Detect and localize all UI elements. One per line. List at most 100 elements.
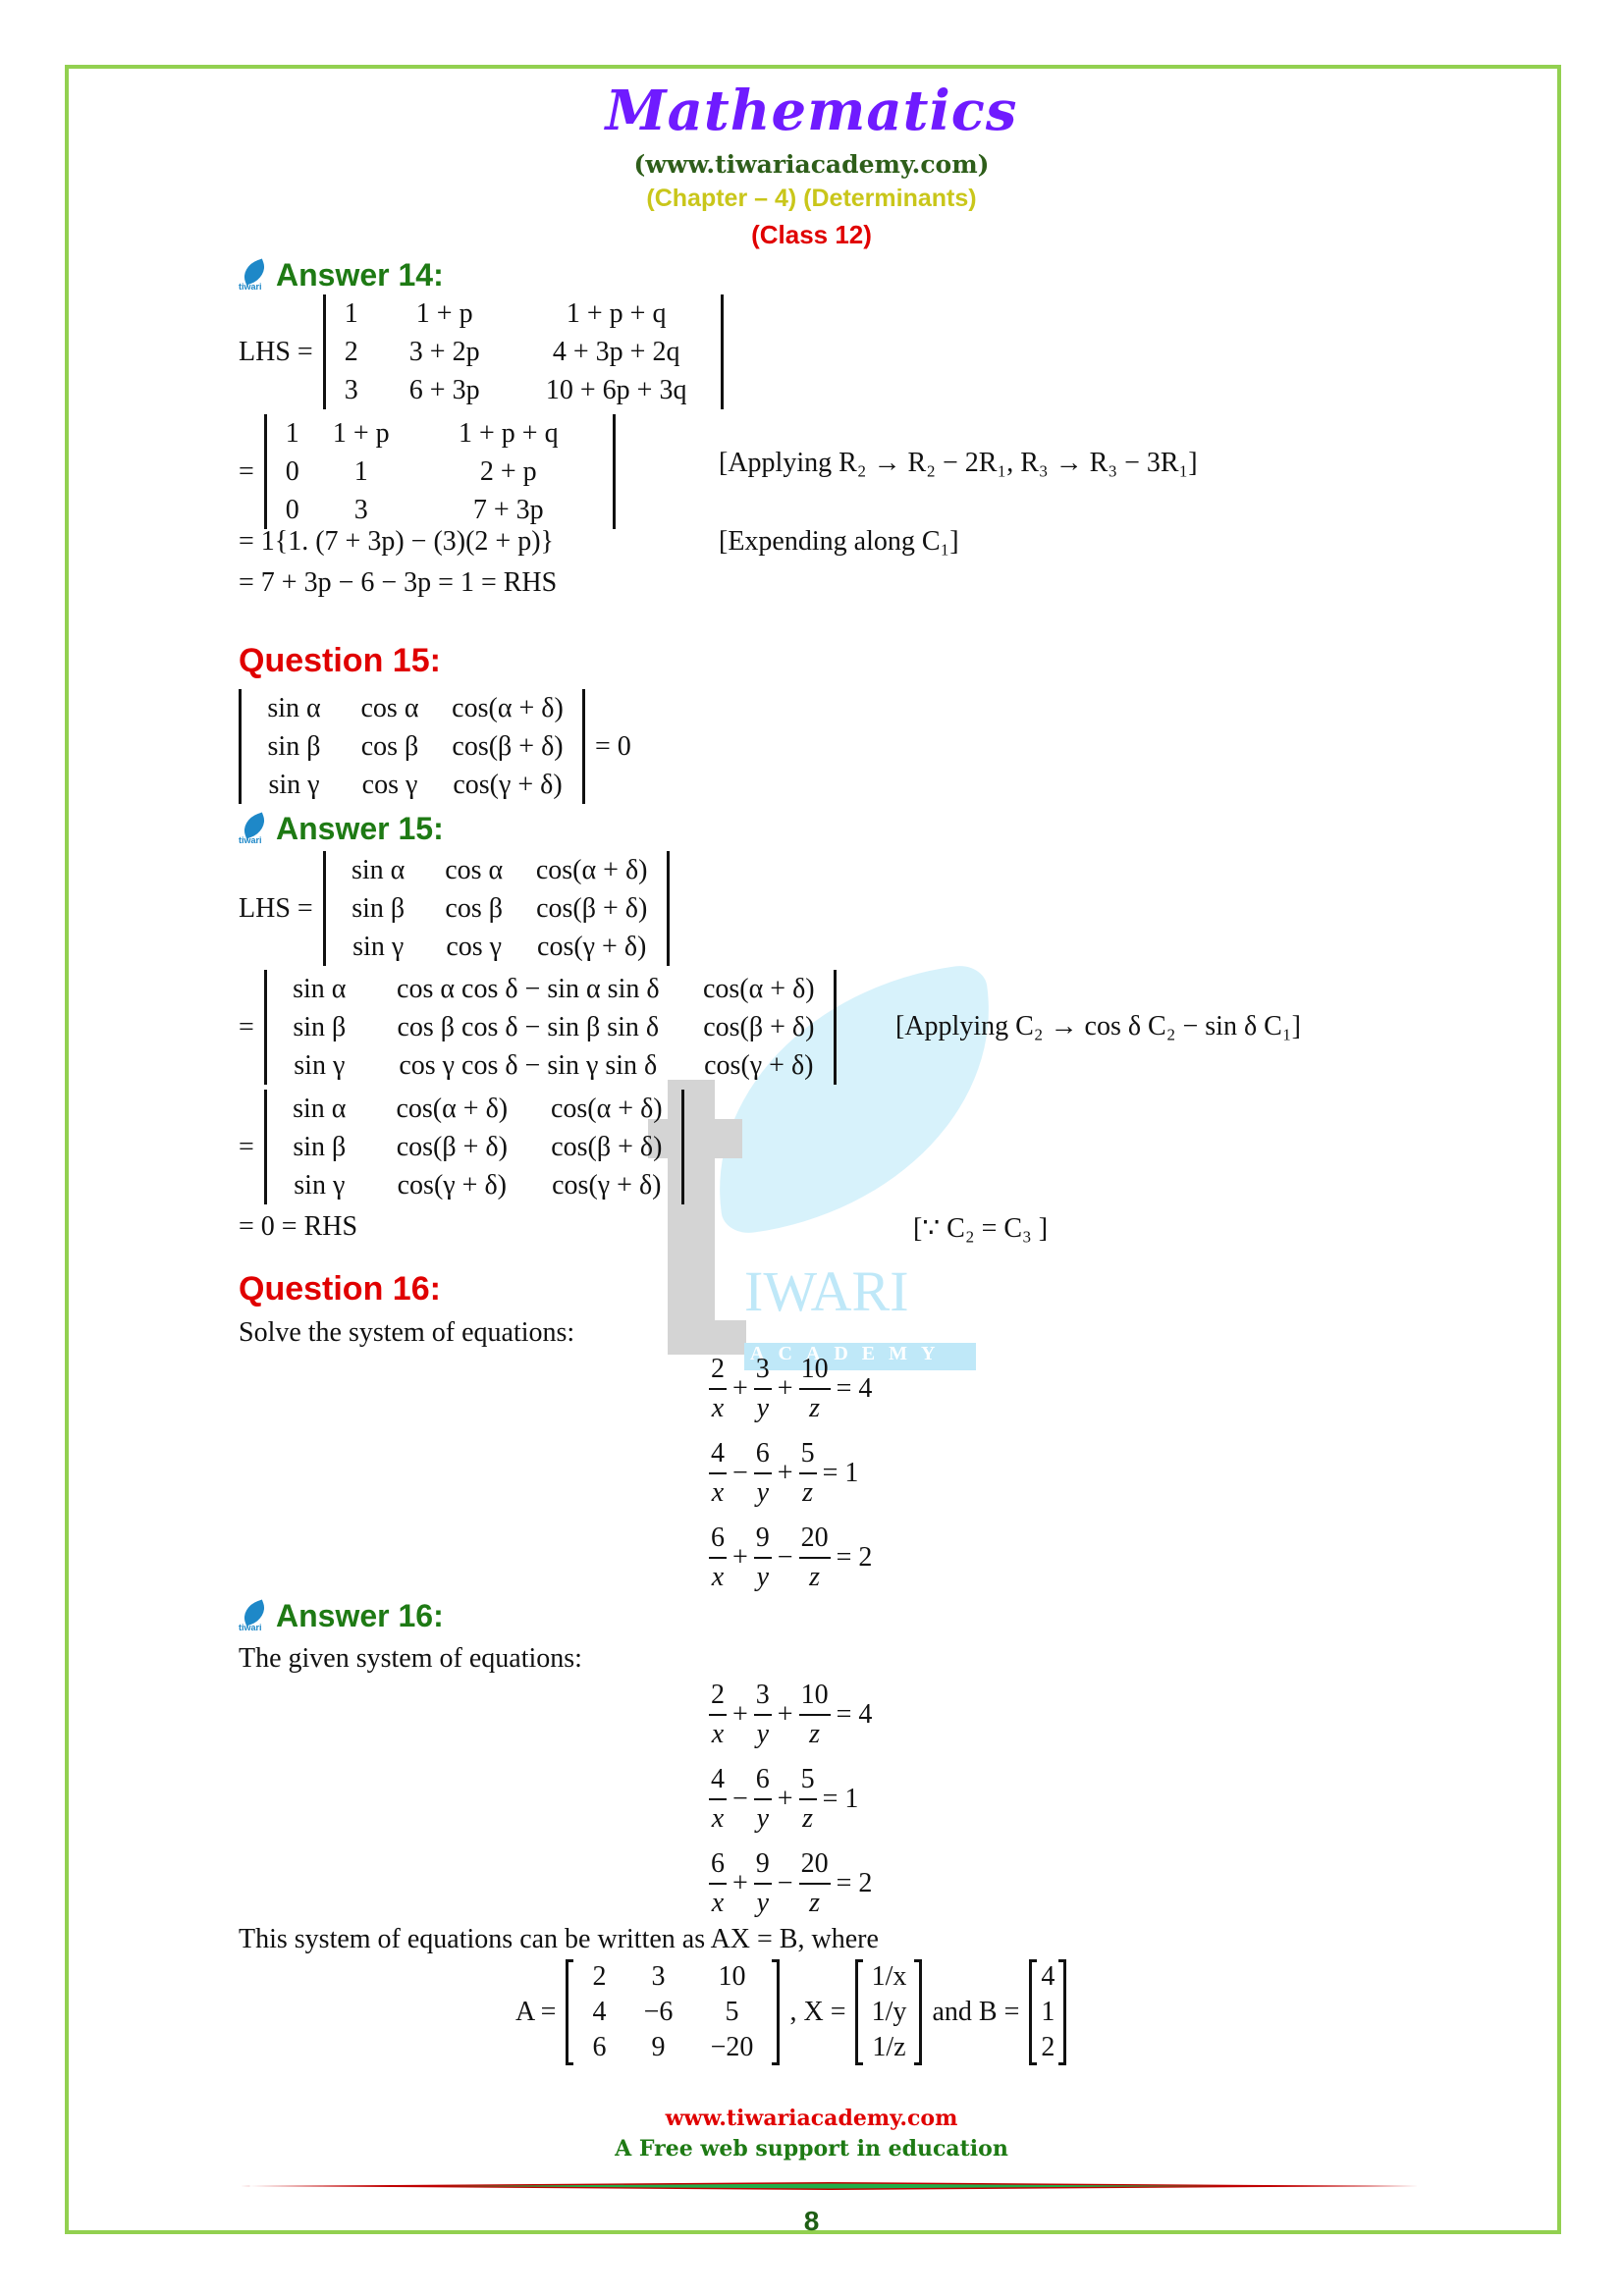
equation: 6 x +9 y −20 z = 2 [709, 1845, 872, 1922]
fraction: 5z [798, 1761, 817, 1838]
denominator: z [802, 1803, 814, 1834]
fraction: 4x [709, 1435, 727, 1512]
question-16-equations: 2 x +3 y +10 z = 4 4 x −6 y +5 z = 1 6 x +9 y −20 z = 2 [709, 1351, 872, 1596]
equation-rhs: = 2 [836, 1868, 873, 1898]
matrix-cell: cos γ [446, 932, 503, 962]
matrix-x: 1/x 1/y 1/z [855, 1959, 923, 2065]
denominator: y [756, 1562, 770, 1592]
matrix-cell: 2 [592, 1961, 607, 1992]
footer-website: www.tiwariacademy.com [665, 2106, 958, 2131]
equation-rhs: = 4 [836, 1699, 873, 1730]
matrix-cell: 3 [344, 375, 358, 405]
answer-16-matrices: A = 2 3 10 4 −6 5 6 9 −20 , X = 1/x 1/y 1/z and B … [515, 1959, 1067, 2065]
equation: 6 x +9 y −20 z = 2 [709, 1520, 872, 1596]
fraction: 5z [798, 1435, 817, 1512]
matrix-a: 2 3 10 4 −6 5 6 9 −20 [566, 1959, 781, 2065]
matrix-cell: 4 [1041, 1961, 1055, 1992]
fraction: 6x [709, 1520, 727, 1596]
operator: − [732, 1784, 748, 1814]
answer-15-step3: = sin α cos(α + δ) cos(α + δ) sin β cos(β + … [239, 1090, 684, 1204]
fraction: 20 z [798, 1845, 831, 1922]
fraction: 9y [753, 1845, 772, 1922]
tiwari-leaf-icon: tiwari [239, 811, 269, 845]
answer-15-lhs: LHS = sin α cos α cos(α + δ) sin β cos β cos(… [239, 851, 670, 966]
numerator: 3 [753, 1677, 772, 1716]
equation: 2 x +3 y +10 z = 4 [709, 1677, 872, 1753]
matrix-cell: cos(β + δ) [396, 1132, 508, 1162]
page-number: 8 [803, 2206, 820, 2236]
matrix-cell: cos(α + δ) [452, 693, 564, 723]
numerator: 4 [709, 1761, 727, 1800]
numerator: 6 [753, 1761, 772, 1800]
matrix-cell: cos(α + δ) [535, 855, 648, 885]
matrix-cell: 1 + p + q [459, 418, 559, 449]
equation-rhs: = 4 [836, 1373, 873, 1404]
matrix-cell: cos(γ + δ) [397, 1170, 507, 1201]
matrix-cell: 1/x [871, 1961, 907, 1992]
fraction: 20 z [798, 1520, 831, 1596]
denominator: y [756, 1477, 770, 1508]
matrix-cell: 6 [592, 2032, 607, 2062]
matrix-cell: cos(β + δ) [551, 1132, 663, 1162]
matrix-cell: cos(α + δ) [550, 1094, 663, 1124]
page-title: Mathematics [605, 79, 1018, 143]
matrix-cell: 1 [1041, 1997, 1055, 2027]
determinant: 1 1 + p 1 + p + q 2 3 + 2p 4 + 3p + 2q 3 6 + 3p… [322, 294, 724, 409]
matrix-cell: −6 [643, 1997, 674, 2027]
matrix-cell: cos(γ + δ) [552, 1170, 662, 1201]
numerator: 10 [798, 1677, 831, 1716]
denominator: y [756, 1803, 770, 1834]
answer-15-note2: [∵ C₂ = C₃ ] [913, 1213, 1049, 1244]
equals-sign: = [239, 1131, 254, 1162]
denominator: x [711, 1719, 725, 1749]
matrix-x-label: , X = [789, 1997, 846, 2027]
answer-14-lhs: LHS = 1 1 + p 1 + p + q 2 3 + 2p 4 + 3p + 2q 3… [239, 294, 724, 409]
tiwari-leaf-icon: tiwari [239, 1598, 269, 1632]
equation-rhs: = 1 [822, 1784, 859, 1814]
matrix-cell: 3 + 2p [408, 337, 480, 367]
fraction: 6x [709, 1845, 727, 1922]
determinant: sin α cos α cos(α + δ) sin β cos β cos(β + δ)… [322, 851, 670, 966]
numerator: 20 [798, 1845, 831, 1885]
answer-16-intro: The given system of equations: [239, 1643, 582, 1674]
operator: + [732, 1699, 748, 1730]
numerator: 6 [753, 1435, 772, 1474]
matrix-cell: sin α [293, 1094, 347, 1124]
numerator: 9 [753, 1845, 772, 1885]
equals-sign: = [239, 1011, 254, 1042]
fraction: 10 z [798, 1677, 831, 1753]
matrix-cell: 10 + 6p + 3q [545, 375, 687, 405]
answer-16-heading: tiwari Answer 16: [239, 1598, 444, 1634]
equals-sign: = [239, 455, 254, 487]
matrix-cell: cos(γ + δ) [537, 932, 647, 962]
matrix-cell: cos(β + δ) [536, 893, 648, 924]
fraction: 4x [709, 1761, 727, 1838]
numerator: 2 [709, 1677, 727, 1716]
matrix-cell: 1/z [872, 2032, 906, 2062]
matrix-cell: sin α [293, 974, 347, 1004]
fraction: 6y [753, 1761, 772, 1838]
equation: 2 x +3 y +10 z = 4 [709, 1351, 872, 1427]
answer-16-equations: 2 x +3 y +10 z = 4 4 x −6 y +5 z = 1 6 x +9 y −20 z = 2 [709, 1677, 872, 1922]
answer-15-heading: tiwari Answer 15: [239, 811, 444, 847]
matrix-cell: 2 [344, 337, 358, 367]
matrix-b-label: and B = [932, 1997, 1020, 2027]
numerator: 20 [798, 1520, 831, 1559]
matrix-cell: 5 [725, 1997, 739, 2027]
operator: + [777, 1699, 793, 1730]
matrix-cell: 0 [285, 495, 299, 525]
matrix-cell: 2 [1041, 2032, 1055, 2062]
tiwari-leaf-icon: tiwari [239, 257, 269, 292]
operator: − [777, 1542, 793, 1573]
equation-rhs: = 1 [822, 1458, 859, 1488]
answer-16-title: Answer 16: [276, 1598, 444, 1633]
footer-tagline: A Free web support in education [615, 2136, 1008, 2162]
matrix-cell: cos(α + δ) [702, 974, 815, 1004]
numerator: 10 [798, 1351, 831, 1390]
matrix-cell: sin γ [352, 932, 405, 962]
matrix-cell: cos(β + δ) [452, 731, 564, 762]
lhs-label: LHS = [239, 892, 313, 924]
matrix-cell: cos(γ + δ) [453, 770, 563, 800]
denominator: z [809, 1562, 821, 1592]
denominator: x [711, 1888, 725, 1918]
